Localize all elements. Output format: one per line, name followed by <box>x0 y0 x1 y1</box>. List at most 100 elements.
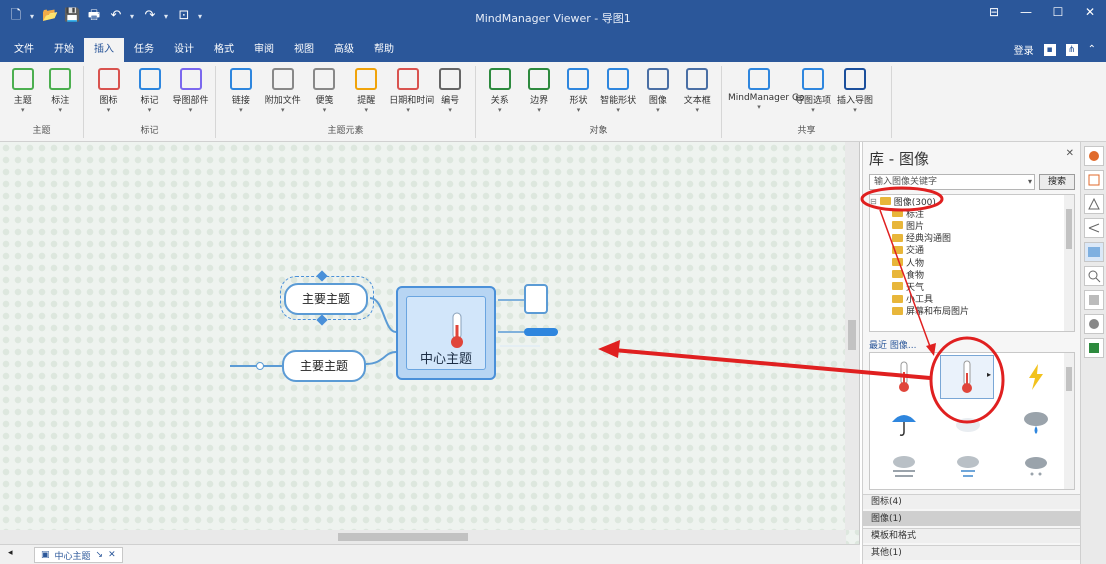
ribbon-display-icon[interactable]: ⊟ <box>978 0 1010 24</box>
tree-item[interactable]: 标注 <box>870 207 1074 220</box>
tree-root[interactable]: ⊟ 图像(300) <box>870 195 1074 208</box>
ribbon-button-2-4[interactable]: 日期和时间 ▾ <box>389 66 434 114</box>
library-icon[interactable] <box>1083 146 1104 166</box>
accordion-item-1[interactable]: 图像(1) <box>863 511 1081 526</box>
search-button[interactable]: 搜索 <box>1039 174 1075 190</box>
chevron-down-icon[interactable]: ▾ <box>794 106 832 114</box>
accordion-item-3[interactable]: 其他(1) <box>863 545 1081 560</box>
tab-options-icon[interactable]: ↘ <box>96 550 104 560</box>
tree-scroll-thumb[interactable] <box>1066 209 1072 249</box>
ribbon-button-3-5[interactable]: 文本框 ▾ <box>680 66 715 114</box>
chevron-down-icon[interactable]: ▾ <box>1028 175 1032 189</box>
subtopic-placeholder[interactable] <box>524 284 548 314</box>
chevron-down-icon[interactable]: ▾ <box>728 103 790 111</box>
image-fog[interactable] <box>876 447 932 487</box>
image-umbrella[interactable] <box>876 403 932 443</box>
task-pane-icon[interactable] <box>1083 170 1104 190</box>
chevron-down-icon[interactable]: ▾ <box>389 106 427 114</box>
image-thermometer-small[interactable] <box>876 357 932 397</box>
settings-icon[interactable] <box>1083 314 1104 334</box>
map-canvas[interactable]: 主要主题 主要主题 中心主题 <box>0 142 860 544</box>
panel-close-icon[interactable]: ✕ <box>1066 148 1074 159</box>
chevron-down-icon[interactable]: ▾ <box>482 106 517 114</box>
chevron-down-icon[interactable]: ▾ <box>431 106 469 114</box>
tree-item[interactable]: 人物 <box>870 256 1074 269</box>
vertical-scrollbar[interactable] <box>845 142 859 530</box>
tree-item[interactable]: 交通 <box>870 244 1074 256</box>
tab-9[interactable]: 帮助 <box>364 38 404 62</box>
chevron-down-icon[interactable]: ▾ <box>306 106 344 114</box>
ribbon-button-2-2[interactable]: 便笺 ▾ <box>306 66 344 114</box>
horizontal-scrollbar[interactable] <box>0 530 846 544</box>
tree-item[interactable]: 屏幕和布局图片 <box>870 305 1074 317</box>
close-icon[interactable]: ✕ <box>1074 0 1106 24</box>
tab-3[interactable]: 任务 <box>124 38 164 62</box>
collapse-icon[interactable]: ⊟ <box>870 197 877 206</box>
search-input[interactable]: 输入图像关键字 ▾ <box>869 174 1035 190</box>
ribbon-button-4-2[interactable]: 插入导图 ▾ <box>836 66 874 114</box>
tree-item[interactable]: 小工具 <box>870 293 1074 305</box>
accordion-item-2[interactable]: 模板和格式 <box>863 528 1081 543</box>
connect-icon[interactable] <box>1083 218 1104 238</box>
maximize-icon[interactable]: ☐ <box>1042 0 1074 24</box>
image-grid-scroll-thumb[interactable] <box>1066 367 1072 391</box>
ribbon-button-1-1[interactable]: 标记 ▾ <box>131 66 168 114</box>
ribbon-button-2-5[interactable]: 编号 ▾ <box>431 66 469 114</box>
tree-item[interactable]: 经典沟通图 <box>870 232 1074 244</box>
main-topic-2[interactable]: 主要主题 <box>282 350 366 382</box>
shape-icon[interactable] <box>1083 194 1104 214</box>
chevron-down-icon[interactable]: ▾ <box>222 106 260 114</box>
image-drizzle[interactable] <box>940 447 996 487</box>
chevron-down-icon[interactable]: ▾ <box>6 106 40 114</box>
chevron-down-icon[interactable]: ▾ <box>131 106 168 114</box>
minimize-icon[interactable]: — <box>1010 0 1042 24</box>
ribbon-button-2-3[interactable]: 提醒 ▾ <box>347 66 385 114</box>
chevron-down-icon[interactable]: ▾ <box>521 106 556 114</box>
ribbon-button-3-4[interactable]: 图像 ▾ <box>640 66 675 114</box>
tree-scrollbar[interactable] <box>1064 195 1074 331</box>
ribbon-button-2-0[interactable]: 链接 ▾ <box>222 66 260 114</box>
tab-4[interactable]: 设计 <box>164 38 204 62</box>
tab-close-icon[interactable]: ✕ <box>108 550 116 560</box>
ribbon-button-3-0[interactable]: 关系 ▾ <box>482 66 517 114</box>
image-cloud[interactable] <box>940 403 996 443</box>
chevron-down-icon[interactable]: ▾ <box>561 106 596 114</box>
ribbon-button-0-1[interactable]: 标注 ▾ <box>44 66 78 114</box>
filter-icon[interactable] <box>1083 290 1104 310</box>
chevron-down-icon[interactable]: ▾ <box>600 106 636 114</box>
chevron-down-icon[interactable]: ▾ <box>44 106 78 114</box>
tab-2[interactable]: 插入 <box>84 38 124 62</box>
tree-item[interactable]: 图片 <box>870 219 1074 232</box>
horizontal-scroll-thumb[interactable] <box>338 533 468 541</box>
ribbon-button-0-0[interactable]: 主题 ▾ <box>6 66 40 114</box>
central-topic[interactable]: 中心主题 <box>396 286 496 380</box>
image-lightning[interactable] <box>1008 357 1064 397</box>
accordion-item-0[interactable]: 图标(4) <box>863 494 1081 509</box>
account-icon[interactable]: ▪ <box>1043 43 1056 56</box>
tree-item[interactable]: 天气 <box>870 280 1074 293</box>
recent-images-label[interactable]: 最近 图像... <box>869 338 916 351</box>
document-tab[interactable]: ▣ 中心主题 ↘ ✕ <box>34 547 123 563</box>
image-thermometer-selected[interactable]: ▸ <box>940 355 994 399</box>
chevron-down-icon[interactable]: ▾ <box>680 106 715 114</box>
image-snow-cloud[interactable] <box>1008 447 1064 487</box>
tab-6[interactable]: 审阅 <box>244 38 284 62</box>
image-grid-scrollbar[interactable] <box>1064 353 1074 489</box>
ribbon-button-3-2[interactable]: 形状 ▾ <box>561 66 596 114</box>
ribbon-button-3-3[interactable]: 智能形状 ▾ <box>600 66 636 114</box>
image-rain-cloud[interactable] <box>1008 403 1064 443</box>
main-topic-1[interactable]: 主要主题 <box>284 283 368 315</box>
tab-0[interactable]: 文件 <box>4 38 44 62</box>
search-icon[interactable] <box>1083 266 1104 286</box>
chevron-down-icon[interactable]: ▾ <box>172 106 209 114</box>
chevron-down-icon[interactable]: ▾ <box>90 106 127 114</box>
chevron-down-icon[interactable]: ▾ <box>640 106 675 114</box>
tab-7[interactable]: 视图 <box>284 38 324 62</box>
ribbon-button-2-1[interactable]: 附加文件 ▾ <box>264 66 302 114</box>
share-icon[interactable]: ⋔ <box>1065 43 1078 56</box>
sign-in-link[interactable]: 登录 <box>1014 42 1034 57</box>
ribbon-button-4-0[interactable]: MindManager Go ▾ <box>728 66 804 114</box>
ribbon-button-1-0[interactable]: 图标 ▾ <box>90 66 127 114</box>
tab-1[interactable]: 开始 <box>44 38 84 62</box>
image-dropdown-icon[interactable]: ▸ <box>987 370 991 379</box>
